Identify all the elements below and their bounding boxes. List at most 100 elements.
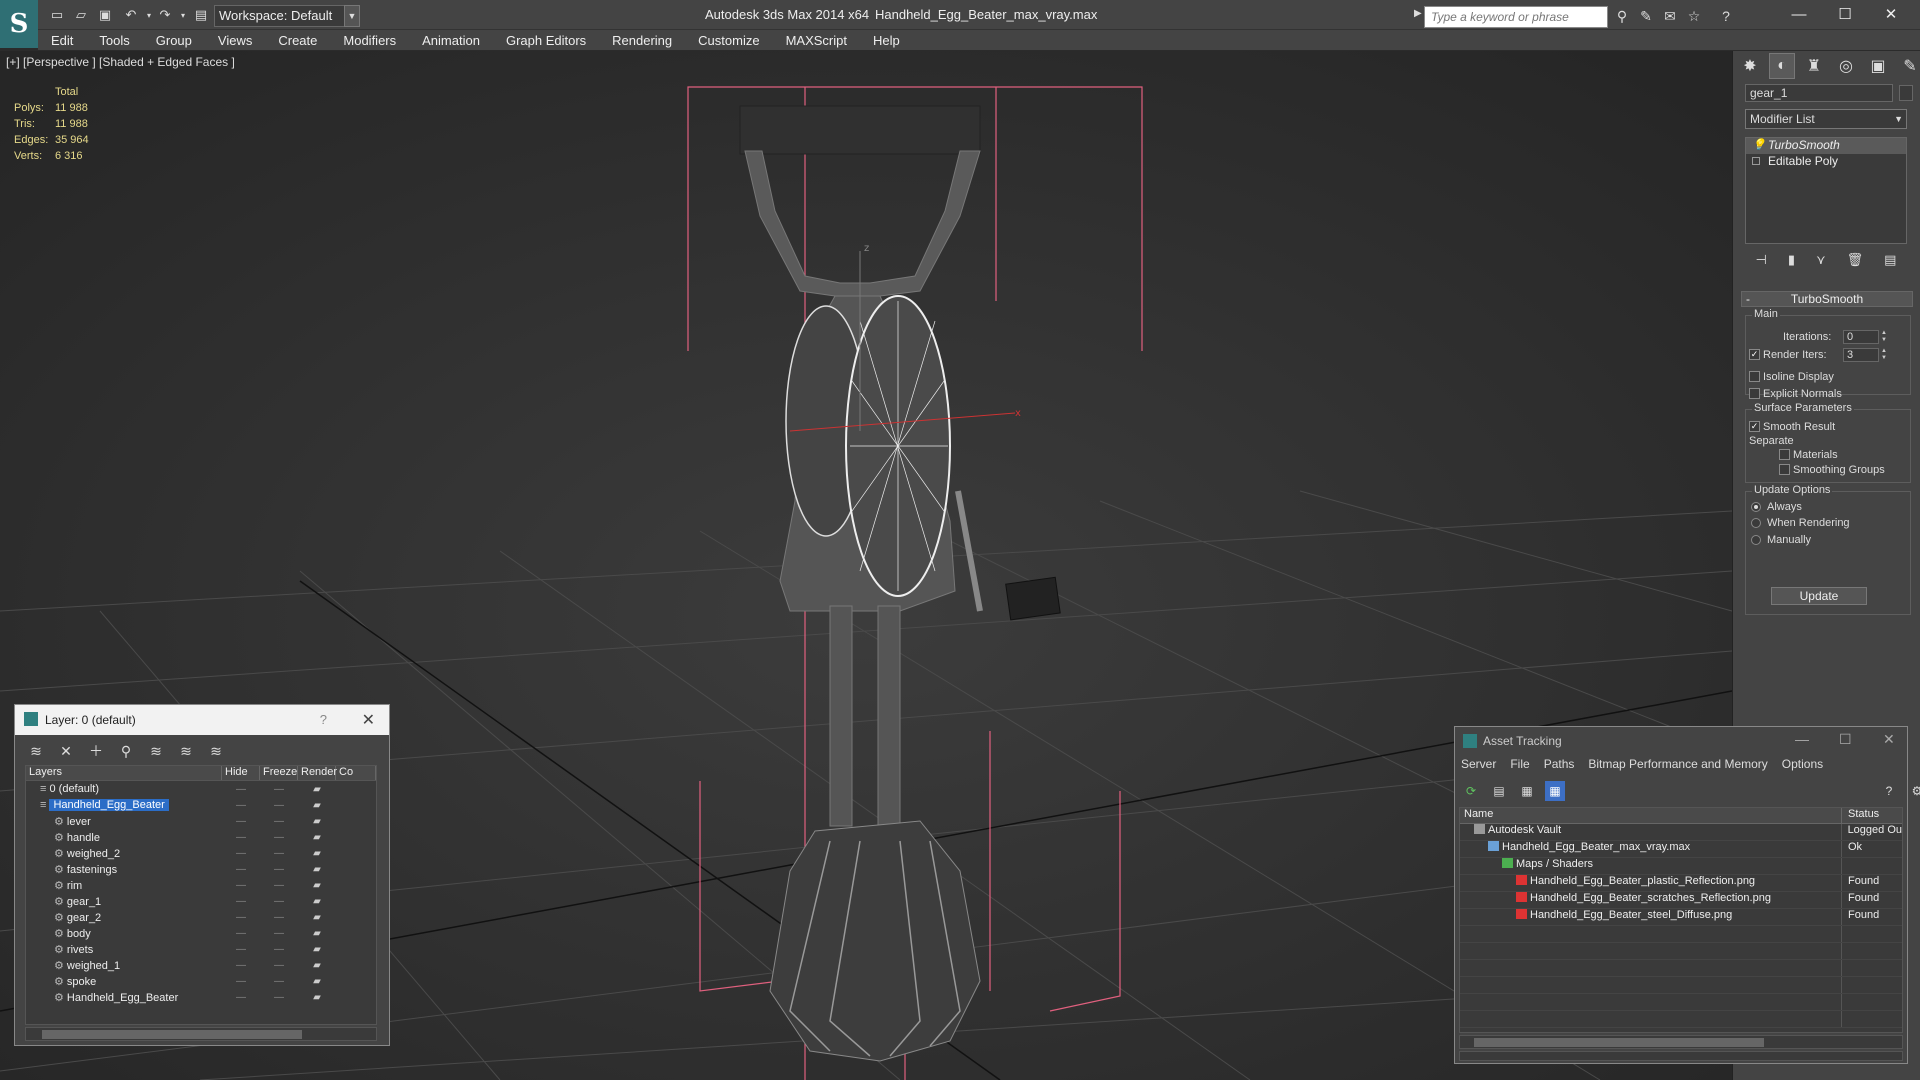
menu-create[interactable]: Create xyxy=(265,33,330,48)
layer-name-cell[interactable]: ⚙ gear_2 xyxy=(26,911,222,924)
freeze-toggle[interactable]: — xyxy=(260,992,298,1003)
lightbulb-icon[interactable]: 💡 xyxy=(1752,138,1766,151)
column-header-render[interactable]: Render xyxy=(298,766,337,780)
layer-row[interactable]: ⚙ fastenings — — ▰ xyxy=(26,861,376,877)
hierarchy-tab-icon[interactable]: ♜ xyxy=(1801,53,1827,79)
freeze-toggle[interactable]: — xyxy=(260,960,298,971)
asset-list[interactable]: Name Status Autodesk Vault Logged Ou Handh… xyxy=(1459,807,1903,1033)
freeze-toggle[interactable]: — xyxy=(260,880,298,891)
hide-toggle[interactable]: — xyxy=(222,848,260,859)
asset-name-cell[interactable]: Handheld_Egg_Beater_scratches_Reflection… xyxy=(1460,892,1842,908)
scroll-thumb[interactable] xyxy=(42,1030,302,1039)
list-view-icon[interactable]: ▤ xyxy=(1489,781,1509,801)
minimize-button[interactable]: — xyxy=(1795,731,1809,747)
layer-row[interactable]: ⚙ weighed_2— — ▰ xyxy=(26,845,376,861)
layer-name-cell[interactable]: ⚙ body xyxy=(26,927,222,940)
horizontal-scrollbar[interactable] xyxy=(1459,1035,1903,1049)
menu-graph-editors[interactable]: Graph Editors xyxy=(493,33,599,48)
hide-toggle[interactable]: — xyxy=(222,912,260,923)
menu-rendering[interactable]: Rendering xyxy=(599,33,685,48)
smooth-result-checkbox[interactable]: ✓ xyxy=(1749,421,1760,432)
menu-maxscript[interactable]: MAXScript xyxy=(773,33,860,48)
search-expand-icon[interactable]: ▶ xyxy=(1414,8,1422,19)
asset-name-cell[interactable]: Handheld_Egg_Beater_plastic_Reflection.p… xyxy=(1460,875,1842,891)
pin-stack-icon[interactable]: ⊣ xyxy=(1756,252,1767,268)
asset-name-cell[interactable]: Handheld_Egg_Beater_max_vray.max xyxy=(1460,841,1842,857)
turbosmooth-rollout-header[interactable]: - TurboSmooth xyxy=(1741,291,1913,307)
layer-list[interactable]: Layers Hide Freeze Render Co ≡ 0 (defaul… xyxy=(25,765,377,1025)
project-folder-icon[interactable]: ▤ xyxy=(192,6,210,24)
menu-help[interactable]: Help xyxy=(860,33,913,48)
layer-name-cell[interactable]: ≡ Handheld_Egg_Beater xyxy=(26,799,222,811)
render-toggle-icon[interactable]: ▰ xyxy=(298,976,336,987)
select-objects-icon[interactable]: ⚲ xyxy=(115,741,137,761)
menu-customize[interactable]: Customize xyxy=(685,33,772,48)
menu-bitmap-performance[interactable]: Bitmap Performance and Memory xyxy=(1588,757,1767,771)
column-header-status[interactable]: Status xyxy=(1842,808,1879,823)
column-header-color[interactable]: Co xyxy=(336,766,376,780)
layer-name-cell[interactable]: ⚙ gear_1 xyxy=(26,895,222,908)
hide-toggle[interactable]: — xyxy=(222,800,260,811)
layer-name-cell[interactable]: ⚙ rivets xyxy=(26,943,222,956)
smoothing-groups-checkbox[interactable] xyxy=(1779,464,1790,475)
layer-dialog-titlebar[interactable]: Layer: 0 (default) ? ✕ xyxy=(15,705,389,735)
freeze-all-layers-icon[interactable]: ≋ xyxy=(205,741,227,761)
hide-toggle[interactable]: — xyxy=(222,896,260,907)
maximize-button[interactable]: ☐ xyxy=(1839,731,1852,748)
menu-options[interactable]: Options xyxy=(1782,757,1823,771)
render-toggle-icon[interactable]: ▰ xyxy=(298,848,336,859)
hide-toggle[interactable]: — xyxy=(222,928,260,939)
freeze-toggle[interactable]: — xyxy=(260,896,298,907)
hide-toggle[interactable]: — xyxy=(222,880,260,891)
help-icon[interactable]: ? xyxy=(1716,7,1736,25)
save-icon[interactable]: ▣ xyxy=(96,6,114,24)
layer-name-cell[interactable]: ⚙ Handheld_Egg_Beater xyxy=(26,991,222,1004)
redo-icon[interactable]: ↷ xyxy=(156,6,174,24)
layer-name-cell[interactable]: ⚙ weighed_2 xyxy=(26,847,222,860)
column-header-layers[interactable]: Layers xyxy=(26,766,222,780)
manually-radio[interactable] xyxy=(1751,535,1761,545)
always-radio[interactable] xyxy=(1751,502,1761,512)
layer-row[interactable]: ≡ Handheld_Egg_Beater — — ▰ xyxy=(26,797,376,813)
open-file-icon[interactable]: ▱ xyxy=(72,6,90,24)
show-end-result-icon[interactable]: ▮ xyxy=(1788,252,1795,268)
layer-row[interactable]: ⚙ Handheld_Egg_Beater — — ▰ xyxy=(26,989,376,1005)
render-iters-checkbox[interactable]: ✓ xyxy=(1749,349,1760,360)
layer-row[interactable]: ≡ 0 (default) — — ▰ xyxy=(26,781,376,797)
delete-layer-icon[interactable]: ✕ xyxy=(55,741,77,761)
menu-paths[interactable]: Paths xyxy=(1544,757,1575,771)
freeze-toggle[interactable]: — xyxy=(260,800,298,811)
new-file-icon[interactable]: ▭ xyxy=(48,6,66,24)
menu-server[interactable]: Server xyxy=(1461,757,1496,771)
freeze-toggle[interactable]: — xyxy=(260,944,298,955)
when-rendering-radio[interactable] xyxy=(1751,518,1761,528)
layer-row[interactable]: ⚙ gear_1— — ▰ xyxy=(26,893,376,909)
render-toggle-icon[interactable]: ▰ xyxy=(298,896,336,907)
favorites-icon[interactable]: ☆ xyxy=(1684,7,1704,25)
close-icon[interactable]: ✕ xyxy=(1883,731,1895,748)
remove-modifier-icon[interactable]: 🗑 xyxy=(1847,252,1864,268)
render-toggle-icon[interactable]: ▰ xyxy=(298,960,336,971)
hide-toggle[interactable]: — xyxy=(222,976,260,987)
asset-name-cell[interactable]: Handheld_Egg_Beater_steel_Diffuse.png xyxy=(1460,909,1842,925)
explicit-normals-checkbox[interactable] xyxy=(1749,388,1760,399)
highlight-layer-icon[interactable]: ≋ xyxy=(145,741,167,761)
layer-row[interactable]: ⚙ lever — — ▰ xyxy=(26,813,376,829)
freeze-toggle[interactable]: — xyxy=(260,816,298,827)
asset-name-cell[interactable]: Maps / Shaders xyxy=(1460,858,1842,874)
binoculars-icon[interactable]: ⚲ xyxy=(1612,7,1632,25)
close-button[interactable]: ✕ xyxy=(1868,2,1914,26)
render-toggle-icon[interactable]: ▰ xyxy=(298,864,336,875)
layer-name-cell[interactable]: ≡ 0 (default) xyxy=(26,783,222,795)
stack-item-editable-poly[interactable]: Editable Poly xyxy=(1746,154,1906,170)
layer-row[interactable]: ⚙ handle — — ▰ xyxy=(26,829,376,845)
layer-row[interactable]: ⚙ body — — ▰ xyxy=(26,925,376,941)
maximize-button[interactable]: ☐ xyxy=(1822,2,1868,26)
freeze-toggle[interactable]: — xyxy=(260,832,298,843)
add-to-layer-icon[interactable]: ＋ xyxy=(85,741,107,761)
render-toggle-icon[interactable]: ▰ xyxy=(298,832,336,843)
motion-tab-icon[interactable]: ◎ xyxy=(1833,53,1859,79)
asset-name-cell[interactable]: Autodesk Vault xyxy=(1460,824,1842,840)
create-layer-icon[interactable]: ≋ xyxy=(25,741,47,761)
menu-views[interactable]: Views xyxy=(205,33,265,48)
